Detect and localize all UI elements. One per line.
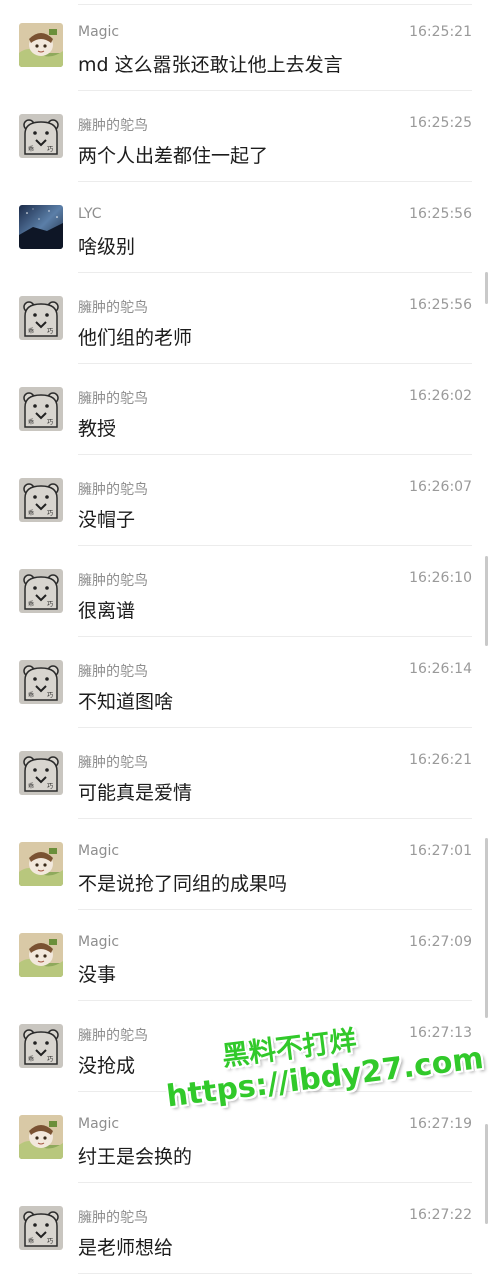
message-text: 可能真是爱情 <box>78 782 193 804</box>
svg-text:乖: 乖 <box>28 1055 34 1063</box>
galaxy-avatar[interactable] <box>19 205 63 249</box>
svg-text:乖: 乖 <box>28 418 34 426</box>
sender-name: Magic <box>78 843 120 859</box>
message-item[interactable]: 乖巧 臃肿的鸵鸟 16:26:07 没帽子 <box>0 455 490 546</box>
message-time: 16:27:13 <box>409 1025 472 1041</box>
bear-avatar[interactable]: 乖巧 <box>19 387 63 431</box>
bear-avatar[interactable]: 乖巧 <box>19 751 63 795</box>
message-time: 16:25:56 <box>409 206 472 222</box>
bear-avatar[interactable]: 乖巧 <box>19 1024 63 1068</box>
svg-text:巧: 巧 <box>47 146 53 153</box>
svg-text:巧: 巧 <box>47 419 53 426</box>
message-time: 16:26:14 <box>409 661 472 677</box>
svg-text:巧: 巧 <box>47 1056 53 1063</box>
message-text: 不是说抢了同组的成果吗 <box>78 873 288 895</box>
anime-avatar[interactable] <box>19 933 63 977</box>
scrollbar-segment[interactable] <box>485 556 488 646</box>
message-item[interactable]: Magic 16:27:19 纣王是会换的 <box>0 1092 490 1183</box>
svg-text:巧: 巧 <box>47 510 53 517</box>
anime-avatar[interactable] <box>19 842 63 886</box>
svg-text:乖: 乖 <box>28 509 34 517</box>
sender-name: 臃肿的鸵鸟 <box>78 482 148 498</box>
sender-name: 臃肿的鸵鸟 <box>78 664 148 680</box>
message-item[interactable]: Magic 16:27:01 不是说抢了同组的成果吗 <box>0 819 490 910</box>
message-text: 很离谱 <box>78 600 136 622</box>
svg-text:乖: 乖 <box>28 782 34 790</box>
message-item[interactable]: 乖巧 臃肿的鸵鸟 16:26:10 很离谱 <box>0 546 490 637</box>
message-item[interactable]: Magic 16:25:21 md 这么嚣张还敢让他上去发言 <box>0 0 490 91</box>
sender-name: 臃肿的鸵鸟 <box>78 300 148 316</box>
message-time: 16:25:25 <box>409 115 472 131</box>
sender-name: Magic <box>78 1116 120 1132</box>
message-text: 没抢成 <box>78 1055 136 1077</box>
svg-text:巧: 巧 <box>47 328 53 335</box>
sender-name: 臃肿的鸵鸟 <box>78 118 148 134</box>
message-time: 16:27:01 <box>409 843 472 859</box>
svg-text:巧: 巧 <box>47 783 53 790</box>
sender-name: 臃肿的鸵鸟 <box>78 1028 148 1044</box>
svg-text:乖: 乖 <box>28 600 34 608</box>
message-text: 啥级别 <box>78 236 136 258</box>
message-item[interactable]: Magic 16:27:09 没事 <box>0 910 490 1001</box>
sender-name: Magic <box>78 24 120 40</box>
message-time: 16:26:02 <box>409 388 472 404</box>
chat-history-list[interactable]: Magic 16:25:21 md 这么嚣张还敢让他上去发言 乖巧 臃肿的鸵鸟 … <box>0 0 490 1274</box>
svg-text:巧: 巧 <box>47 692 53 699</box>
message-divider <box>78 1273 472 1274</box>
message-time: 16:27:09 <box>409 934 472 950</box>
message-text: md 这么嚣张还敢让他上去发言 <box>78 54 343 76</box>
bear-avatar[interactable]: 乖巧 <box>19 569 63 613</box>
bear-avatar[interactable]: 乖巧 <box>19 660 63 704</box>
svg-text:巧: 巧 <box>47 601 53 608</box>
message-text: 没事 <box>78 964 117 986</box>
message-text: 两个人出差都住一起了 <box>78 145 269 167</box>
message-item[interactable]: 乖巧 臃肿的鸵鸟 16:25:56 他们组的老师 <box>0 273 490 364</box>
message-time: 16:26:21 <box>409 752 472 768</box>
message-item[interactable]: 乖巧 臃肿的鸵鸟 16:26:02 教授 <box>0 364 490 455</box>
bear-avatar[interactable]: 乖巧 <box>19 296 63 340</box>
message-time: 16:27:19 <box>409 1116 472 1132</box>
message-time: 16:25:21 <box>409 24 472 40</box>
message-item[interactable]: 乖巧 臃肿的鸵鸟 16:26:21 可能真是爱情 <box>0 728 490 819</box>
sender-name: 臃肿的鸵鸟 <box>78 755 148 771</box>
bear-avatar[interactable]: 乖巧 <box>19 478 63 522</box>
message-time: 16:26:10 <box>409 570 472 586</box>
message-text: 不知道图啥 <box>78 691 174 713</box>
scrollbar-segment[interactable] <box>485 838 488 1018</box>
message-text: 纣王是会换的 <box>78 1146 193 1168</box>
message-text: 没帽子 <box>78 509 136 531</box>
message-time: 16:27:22 <box>409 1207 472 1223</box>
message-item[interactable]: 乖巧 臃肿的鸵鸟 16:27:13 没抢成 <box>0 1001 490 1092</box>
sender-name: 臃肿的鸵鸟 <box>78 573 148 589</box>
message-item[interactable]: 乖巧 臃肿的鸵鸟 16:25:25 两个人出差都住一起了 <box>0 91 490 182</box>
message-item[interactable]: LYC 16:25:56 啥级别 <box>0 182 490 273</box>
sender-name: 臃肿的鸵鸟 <box>78 391 148 407</box>
bear-avatar[interactable]: 乖巧 <box>19 114 63 158</box>
svg-text:巧: 巧 <box>47 1238 53 1245</box>
anime-avatar[interactable] <box>19 1115 63 1159</box>
scrollbar-segment[interactable] <box>485 1124 488 1224</box>
svg-text:乖: 乖 <box>28 691 34 699</box>
sender-name: 臃肿的鸵鸟 <box>78 1210 148 1226</box>
message-text: 是老师想给 <box>78 1237 174 1259</box>
anime-avatar[interactable] <box>19 23 63 67</box>
message-text: 他们组的老师 <box>78 327 193 349</box>
scrollbar-segment[interactable] <box>485 272 488 304</box>
sender-name: LYC <box>78 206 102 222</box>
message-time: 16:25:56 <box>409 297 472 313</box>
message-time: 16:26:07 <box>409 479 472 495</box>
bear-avatar[interactable]: 乖巧 <box>19 1206 63 1250</box>
svg-text:乖: 乖 <box>28 1237 34 1245</box>
message-text: 教授 <box>78 418 117 440</box>
sender-name: Magic <box>78 934 120 950</box>
message-item[interactable]: 乖巧 臃肿的鸵鸟 16:26:14 不知道图啥 <box>0 637 490 728</box>
svg-text:乖: 乖 <box>28 145 34 153</box>
svg-text:乖: 乖 <box>28 327 34 335</box>
message-item[interactable]: 乖巧 臃肿的鸵鸟 16:27:22 是老师想给 <box>0 1183 490 1274</box>
